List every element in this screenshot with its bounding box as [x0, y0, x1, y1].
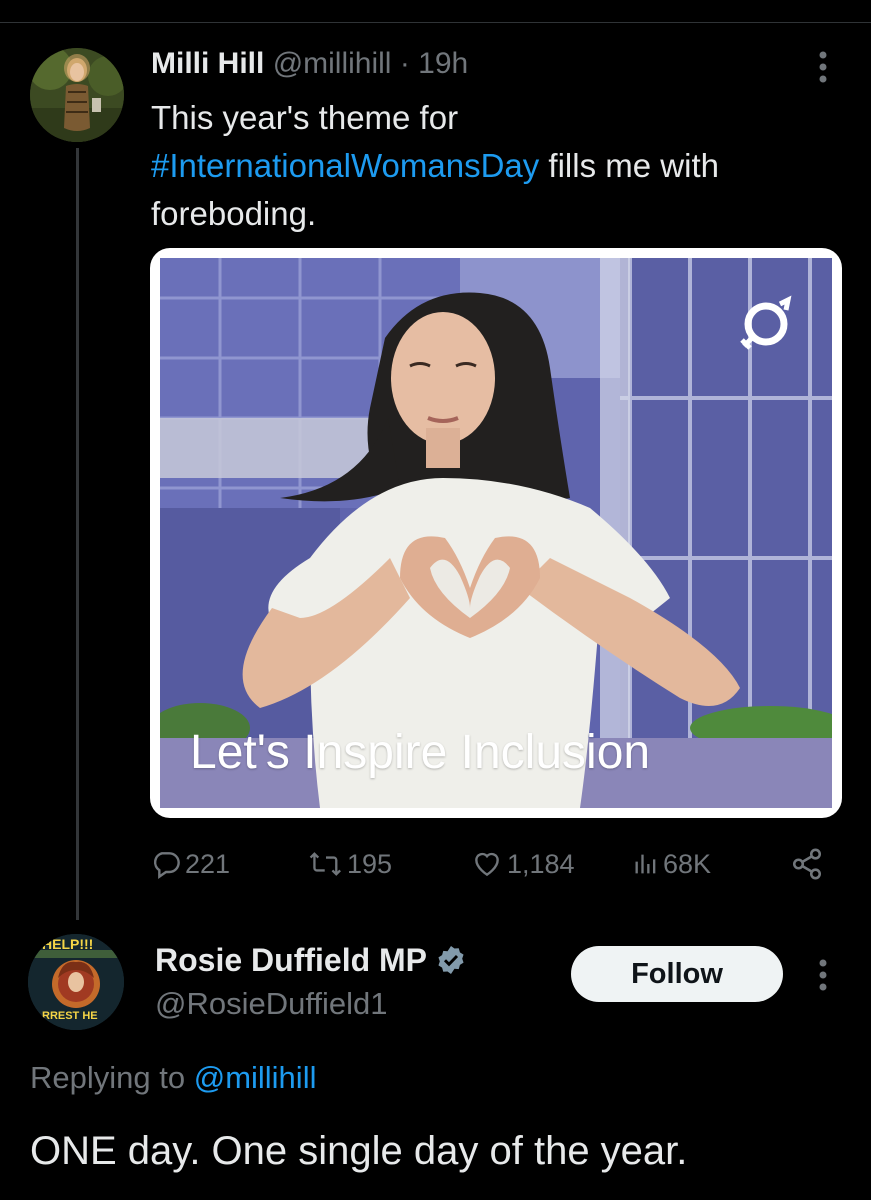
- tweet-header: Milli Hill @millihill · 19h: [151, 44, 468, 84]
- verified-badge-icon: [438, 946, 464, 974]
- follow-button[interactable]: Follow: [571, 946, 783, 1002]
- share-button[interactable]: [790, 842, 824, 886]
- tweet-text: This year's theme for #InternationalWoma…: [151, 94, 841, 238]
- reply-author-label: Rosie Duffield MP: [155, 942, 428, 978]
- reply-author-name[interactable]: Rosie Duffield MP: [155, 940, 467, 980]
- views-count: 68K: [663, 848, 712, 879]
- author-handle[interactable]: @millihill: [273, 47, 392, 80]
- tweet-text-part1: This year's theme for: [151, 99, 459, 136]
- like-button[interactable]: 1,184: [470, 842, 575, 886]
- avatar-rosie-duffield[interactable]: HELP!!! RREST HE: [28, 934, 124, 1030]
- replying-mention-link[interactable]: @millihill: [194, 1060, 317, 1095]
- reply-button[interactable]: 221: [150, 842, 230, 886]
- views-button[interactable]: 68K: [632, 842, 711, 886]
- top-divider: [0, 22, 871, 23]
- like-count: 1,184: [507, 848, 575, 879]
- avatar-badge-bottom: RREST HE: [42, 1010, 98, 1022]
- tweet-action-bar: 221 195 1,184 68K: [150, 842, 840, 886]
- iwd-venus-symbol-icon: [736, 294, 796, 359]
- repost-count: 195: [347, 848, 393, 879]
- hashtag-link[interactable]: #InternationalWomansDay: [151, 147, 539, 184]
- more-dots-icon: [819, 51, 827, 83]
- heart-icon: [475, 852, 499, 877]
- repost-arrows-icon: [309, 852, 341, 876]
- avatar-image: [30, 48, 124, 142]
- thread-connector-line: [76, 148, 79, 920]
- media-image: Let's Inspire Inclusion: [160, 258, 832, 808]
- replying-to-line: Replying to @millihill: [30, 1058, 316, 1098]
- replying-prefix: Replying to: [30, 1060, 194, 1095]
- more-dots-icon: [819, 959, 827, 991]
- repost-button[interactable]: 195: [308, 842, 392, 886]
- reply-bubble-icon: [153, 852, 180, 879]
- share-icon: [792, 848, 822, 880]
- reply-author-handle[interactable]: @RosieDuffield1: [155, 984, 388, 1024]
- avatar-milli-hill[interactable]: [30, 48, 124, 142]
- author-name[interactable]: Milli Hill: [151, 47, 264, 80]
- header-separator: ·: [399, 47, 410, 80]
- reply-text: ONE day. One single day of the year.: [30, 1129, 688, 1173]
- reply-count: 221: [185, 848, 231, 879]
- reply-more-options-button[interactable]: [808, 958, 838, 998]
- tweet-media[interactable]: Let's Inspire Inclusion: [150, 248, 842, 818]
- tweet-timestamp[interactable]: 19h: [418, 47, 468, 80]
- media-caption: Let's Inspire Inclusion: [190, 726, 651, 779]
- avatar-badge-top: HELP!!!: [42, 936, 94, 952]
- analytics-bars-icon: [635, 854, 656, 874]
- more-options-button[interactable]: [808, 50, 838, 90]
